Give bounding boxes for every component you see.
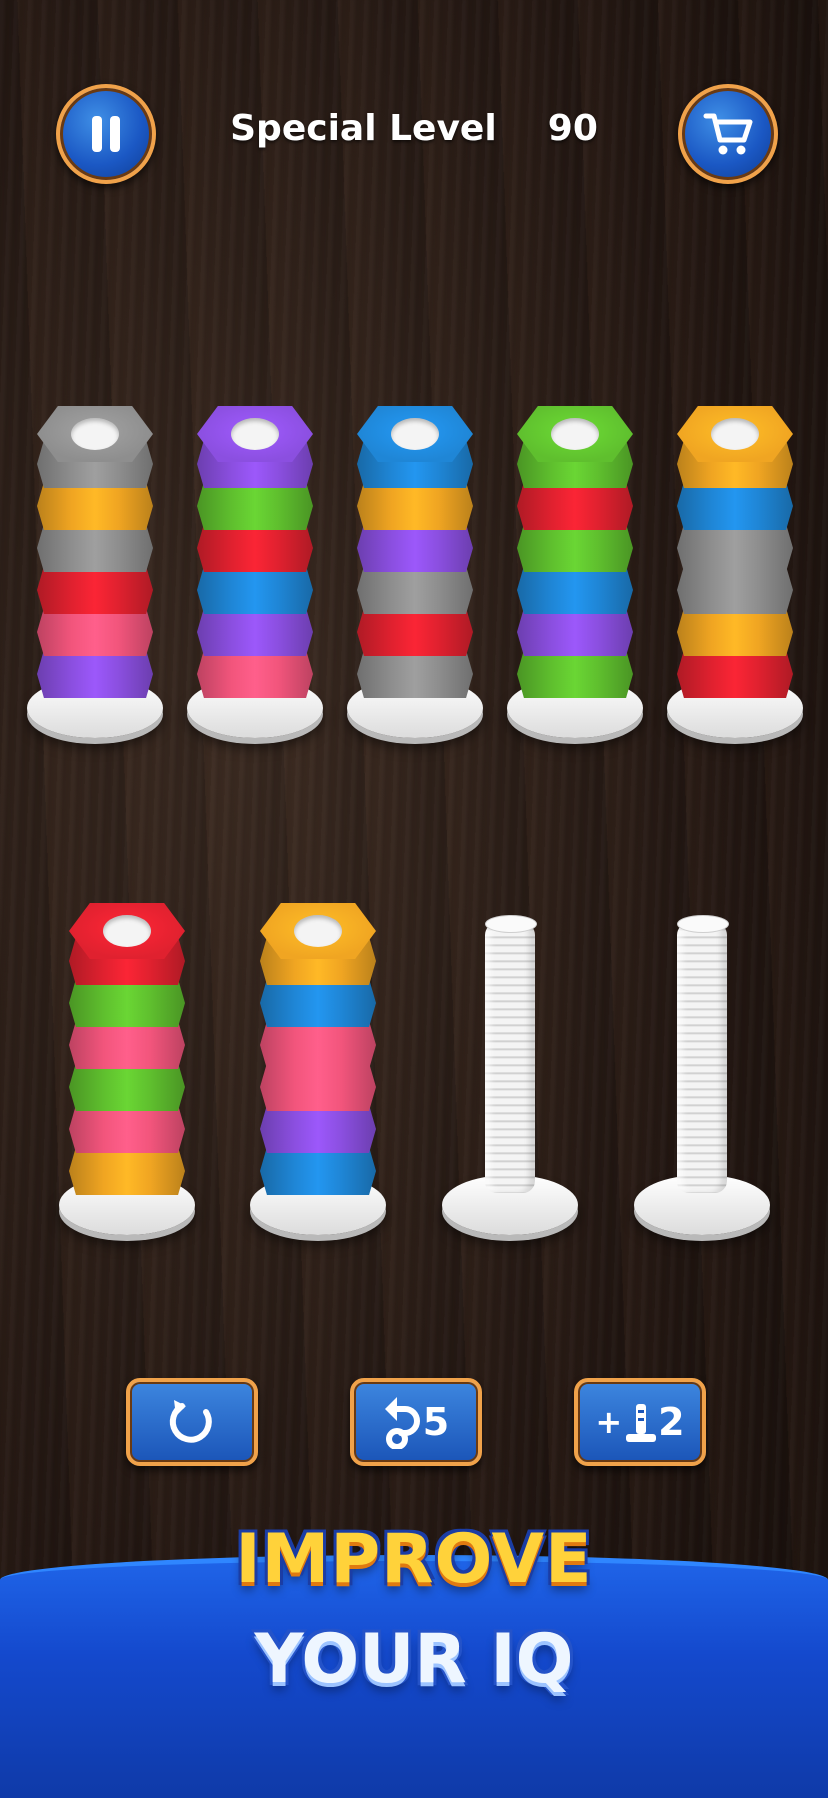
nut-pink [260, 1021, 376, 1069]
undo-count: 5 [422, 1400, 450, 1444]
nut-green [517, 650, 633, 698]
nut-purple [517, 608, 633, 656]
nut-purple [357, 524, 473, 572]
nut-gray [37, 524, 153, 572]
undo-button[interactable]: 5 [350, 1378, 482, 1466]
nut-purple [260, 1105, 376, 1153]
nut-purple [197, 608, 313, 656]
nut-red [517, 482, 633, 530]
nut-red [677, 650, 793, 698]
nut-blue [677, 482, 793, 530]
restart-icon [169, 1400, 212, 1443]
nut-pink [69, 1021, 185, 1069]
pause-icon [92, 116, 120, 152]
nut-green [69, 1063, 185, 1111]
nut-hole [711, 418, 759, 450]
peg-rod [677, 923, 727, 1193]
peg-rod-top [677, 915, 729, 933]
nut-pink [197, 650, 313, 698]
nut-hole [551, 418, 599, 450]
promo-line-1: IMPROVE [235, 1520, 593, 1599]
nut-gray [357, 650, 473, 698]
nut-green [197, 482, 313, 530]
pause-button[interactable] [56, 84, 156, 184]
shopping-cart-icon [703, 113, 753, 155]
nut-hole [103, 915, 151, 947]
nut-blue [517, 566, 633, 614]
peg-rod [485, 923, 535, 1193]
nut-gray [677, 566, 793, 614]
nut-orange [357, 482, 473, 530]
nut-blue [197, 566, 313, 614]
level-number: 90 [547, 108, 598, 149]
nut-gray [357, 566, 473, 614]
nut-gray [677, 524, 793, 572]
nut-purple [37, 650, 153, 698]
nut-orange [677, 608, 793, 656]
undo-icon [384, 1397, 420, 1449]
nut-red [197, 524, 313, 572]
level-title: Special Level 90 [190, 108, 638, 149]
nut-blue [260, 979, 376, 1027]
nut-hole [71, 418, 119, 450]
peg-rod-top [485, 915, 537, 933]
nut-blue [260, 1147, 376, 1195]
add-peg-button[interactable]: + 2 [574, 1378, 706, 1466]
add-peg-plus: + [595, 1403, 623, 1441]
level-label: Special Level [230, 108, 497, 149]
nut-hole [391, 418, 439, 450]
nut-red [357, 608, 473, 656]
add-peg-count: 2 [658, 1400, 685, 1444]
nut-hole [294, 915, 342, 947]
restart-button[interactable] [126, 1378, 258, 1466]
nut-pink [69, 1105, 185, 1153]
add-peg-icon [626, 1404, 657, 1442]
nut-pink [37, 608, 153, 656]
nut-red [37, 566, 153, 614]
nut-green [517, 524, 633, 572]
nut-orange [69, 1147, 185, 1195]
nut-hole [231, 418, 279, 450]
game-screen: { "header": { "title_label": "Special Le… [0, 0, 828, 1798]
nut-green [69, 979, 185, 1027]
promo-line-2: YOUR IQ [254, 1620, 574, 1699]
nut-pink [260, 1063, 376, 1111]
nut-orange [37, 482, 153, 530]
shop-button[interactable] [678, 84, 778, 184]
